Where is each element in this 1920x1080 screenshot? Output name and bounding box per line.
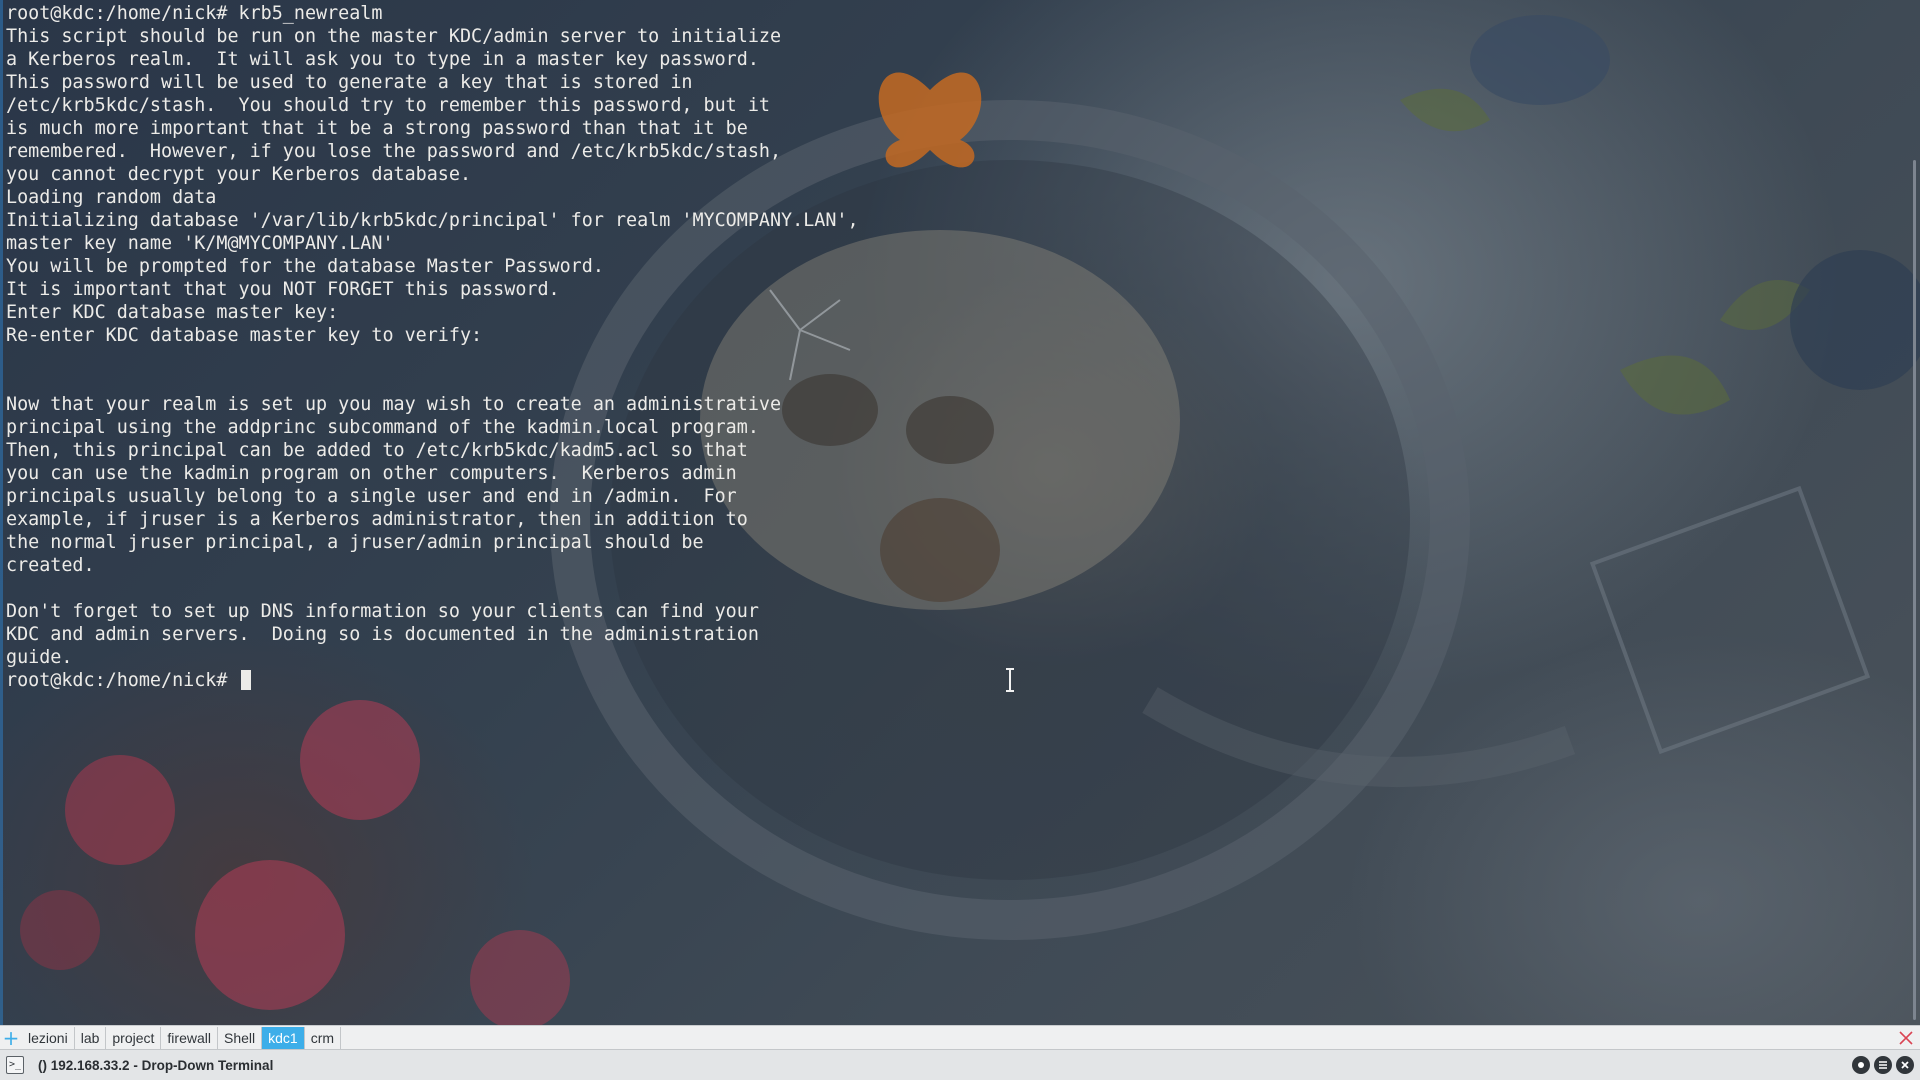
terminal-cursor: [240, 670, 251, 690]
tab-lezioni[interactable]: lezioni: [22, 1026, 75, 1049]
terminal-prompt-line[interactable]: root@kdc:/home/nick#: [6, 669, 859, 692]
tab-lab[interactable]: lab: [75, 1026, 107, 1049]
text-cursor-icon: [1006, 668, 1014, 692]
tab-shell[interactable]: Shell: [218, 1026, 263, 1049]
terminal-line: Initializing database '/var/lib/krb5kdc/…: [6, 210, 859, 231]
close-icon[interactable]: [1896, 1056, 1914, 1074]
plus-icon: +: [2, 1025, 20, 1050]
menu-icon[interactable]: [1874, 1056, 1892, 1074]
window-buttons: [1852, 1056, 1914, 1074]
new-tab-button[interactable]: +: [0, 1026, 22, 1050]
terminal-prompt: root@kdc:/home/nick#: [6, 670, 239, 691]
tab-crm[interactable]: crm: [305, 1026, 342, 1049]
tabs-container: lezioni lab project firewall Shell kdc1 crm: [22, 1026, 342, 1050]
terminal-line: Loading random data: [6, 187, 217, 208]
terminal-line: created.: [6, 555, 95, 576]
terminal-line: a Kerberos realm. It will ask you to typ…: [6, 49, 759, 70]
terminal-line: It is important that you NOT FORGET this…: [6, 279, 560, 300]
terminal-line: principal using the addprinc subcommand …: [6, 417, 759, 438]
terminal-line: Re-enter KDC database master key to veri…: [6, 325, 483, 346]
terminal-line: Now that your realm is set up you may wi…: [6, 394, 782, 415]
window-left-border: [0, 0, 3, 1025]
terminal-area[interactable]: root@kdc:/home/nick# krb5_newrealm This s…: [0, 0, 1920, 1025]
terminal-line: you can use the kadmin program on other …: [6, 463, 737, 484]
terminal-line: Don't forget to set up DNS information s…: [6, 601, 759, 622]
terminal-line: master key name 'K/M@MYCOMPANY.LAN': [6, 233, 394, 254]
terminal-line: Enter KDC database master key:: [6, 302, 339, 323]
info-icon[interactable]: [1852, 1056, 1870, 1074]
window-title: () 192.168.33.2 - Drop-Down Terminal: [38, 1057, 274, 1073]
tab-kdc1[interactable]: kdc1: [262, 1026, 305, 1049]
terminal-icon: >_: [6, 1056, 24, 1074]
terminal-line: This password will be used to generate a…: [6, 72, 693, 93]
tab-bar: + lezioni lab project firewall Shell kdc1 crm: [0, 1025, 1920, 1050]
terminal-line: remembered. However, if you lose the pas…: [6, 141, 782, 162]
terminal-line: KDC and admin servers. Doing so is docum…: [6, 624, 759, 645]
terminal-line: You will be prompted for the database Ma…: [6, 256, 604, 277]
tab-firewall[interactable]: firewall: [161, 1026, 218, 1049]
terminal-line: principals usually belong to a single us…: [6, 486, 737, 507]
terminal-line: is much more important that it be a stro…: [6, 118, 748, 139]
terminal-output[interactable]: root@kdc:/home/nick# krb5_newrealm This s…: [6, 2, 859, 692]
scrollbar-thumb[interactable]: [1913, 160, 1916, 1020]
terminal-line: This script should be run on the master …: [6, 26, 782, 47]
close-session-icon[interactable]: [1896, 1028, 1916, 1048]
terminal-scrollbar[interactable]: [1906, 0, 1920, 1025]
status-bar: >_ () 192.168.33.2 - Drop-Down Terminal: [0, 1049, 1920, 1080]
terminal-line: root@kdc:/home/nick# krb5_newrealm: [6, 3, 383, 24]
terminal-line: you cannot decrypt your Kerberos databas…: [6, 164, 472, 185]
tab-project[interactable]: project: [106, 1026, 162, 1049]
terminal-line: guide.: [6, 647, 73, 668]
terminal-line: /etc/krb5kdc/stash. You should try to re…: [6, 95, 770, 116]
terminal-line: Then, this principal can be added to /et…: [6, 440, 748, 461]
terminal-line: the normal jruser principal, a jruser/ad…: [6, 532, 704, 553]
terminal-line: example, if jruser is a Kerberos adminis…: [6, 509, 748, 530]
